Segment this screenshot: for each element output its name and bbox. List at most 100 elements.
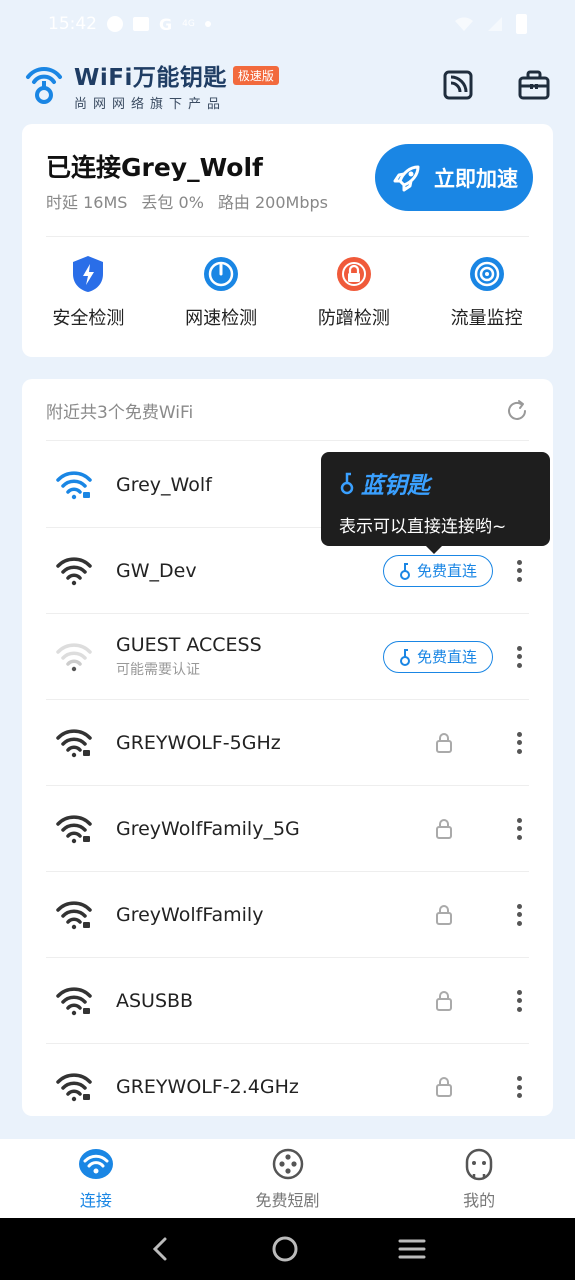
connection-title: 已连接Grey_Wolf [46, 153, 263, 182]
boost-label: 立即加速 [434, 167, 518, 191]
list-header: 附近共3个免费WiFi [46, 399, 529, 441]
wifi-row[interactable]: GUEST ACCESS 可能需要认证 免费直连 [46, 614, 529, 700]
wifi-ssid: GREYWOLF-2.4GHz [116, 1076, 299, 1098]
wifi-row[interactable]: ASUSBB [46, 958, 529, 1044]
nav-label: 免费短剧 [255, 1191, 320, 1210]
connection-stats: 时延 16MS 丢包 0% 路由 200Mbps [46, 189, 328, 213]
film-reel-icon [272, 1148, 303, 1180]
more-options-button[interactable] [509, 901, 529, 929]
wifi-ssid: GreyWolfFamily [116, 903, 264, 926]
wifi-locked-icon [56, 728, 92, 757]
wifi-row[interactable]: GREYWOLF-2.4GHz [46, 1044, 529, 1116]
wifi-ssid: GREYWOLF-5GHz [116, 731, 281, 754]
tool-security-check[interactable]: 安全检测 [22, 254, 155, 330]
signal-icon [488, 17, 502, 31]
toolbox-icon [518, 70, 550, 100]
wifi-signal-strong-icon [56, 470, 92, 499]
app-name: WiFi万能钥匙 [74, 65, 227, 91]
wifi-locked-icon [56, 1073, 92, 1102]
wifi-status-icon [455, 17, 473, 31]
nav-label: 连接 [79, 1191, 112, 1210]
more-options-button[interactable] [509, 557, 529, 585]
lock-icon [436, 904, 452, 925]
lock-icon [436, 990, 452, 1011]
lock-icon [436, 818, 452, 839]
free-connect-label: 免费直连 [416, 649, 477, 666]
divider [46, 236, 529, 237]
more-options-button[interactable] [509, 815, 529, 843]
edition-badge: 极速版 [232, 65, 279, 85]
wifi-auth-note: 可能需要认证 [116, 662, 200, 678]
wifi-signal-strong-icon [56, 556, 92, 585]
message-icon [133, 17, 149, 31]
nav-free-drama[interactable]: 免费短剧 [192, 1139, 384, 1218]
system-navigation-bar [0, 1218, 575, 1280]
wifi-locked-icon [56, 900, 92, 929]
free-connect-button[interactable]: 免费直连 [383, 640, 493, 673]
app-subtitle: 尚网网络旗下产品 [74, 97, 227, 112]
boost-button[interactable]: 立即加速 [375, 144, 533, 211]
lock-icon [436, 732, 452, 753]
dot-icon [204, 21, 211, 27]
wifi-locked-icon [56, 986, 92, 1015]
more-options-button[interactable] [509, 643, 529, 671]
rocket-icon [393, 165, 420, 191]
tool-traffic-monitor[interactable]: 流量监控 [420, 254, 553, 330]
wifi-ssid: Grey_Wolf [116, 473, 212, 496]
more-options-button[interactable] [509, 987, 529, 1015]
back-icon[interactable] [149, 1235, 173, 1263]
free-connect-button[interactable]: 免费直连 [383, 554, 493, 587]
refresh-icon[interactable] [505, 399, 529, 423]
status-time: 15:42 [48, 14, 97, 34]
tool-label: 防蹭检测 [317, 308, 390, 329]
tool-speed-test[interactable]: 网速检测 [155, 254, 288, 330]
wifi-signal-weak-icon [56, 642, 92, 671]
more-options-button[interactable] [509, 1073, 529, 1101]
home-icon[interactable] [270, 1234, 300, 1264]
tool-anti-leech[interactable]: 防蹭检测 [288, 254, 421, 330]
tool-row: 安全检测 网速检测 防蹭检测 流量监控 [22, 254, 553, 330]
speedometer-icon [204, 257, 239, 291]
more-options-button[interactable] [509, 729, 529, 757]
google-icon: G [159, 14, 173, 34]
free-connect-label: 免费直连 [416, 563, 477, 580]
lock-shield-icon [336, 257, 371, 291]
scan-button[interactable] [440, 67, 476, 103]
nav-connect[interactable]: 连接 [0, 1139, 192, 1218]
wifi-key-logo-icon [26, 67, 62, 104]
key-icon [399, 562, 410, 580]
wifi-ssid: GW_Dev [116, 559, 197, 582]
app-header: WiFi万能钥匙 极速版 尚网网络旗下产品 [22, 62, 552, 112]
scan-icon [443, 70, 473, 100]
recents-icon[interactable] [397, 1237, 427, 1261]
wifi-row[interactable]: GreyWolfFamily [46, 872, 529, 958]
wifi-row[interactable]: GREYWOLF-5GHz [46, 700, 529, 786]
wifi-ssid: ASUSBB [116, 989, 194, 1012]
router-stat: 路由 200Mbps [217, 193, 328, 212]
tooltip-body: 表示可以直接连接哟~ [339, 517, 507, 537]
key-icon [340, 472, 354, 495]
tooltip-title: 蓝钥匙 [361, 473, 430, 499]
nav-profile[interactable]: 我的 [383, 1139, 575, 1218]
wifi-icon [78, 1149, 113, 1179]
bottom-nav: 连接 免费短剧 我的 [0, 1139, 575, 1218]
battery-icon [516, 14, 527, 34]
tool-label: 流量监控 [450, 308, 523, 329]
signal-monitor-icon [469, 257, 504, 291]
blue-key-tooltip: 蓝钥匙 表示可以直接连接哟~ [321, 452, 550, 554]
tool-label: 网速检测 [185, 308, 258, 329]
list-title: 附近共3个免费WiFi [46, 403, 194, 423]
wifi-locked-icon [56, 814, 92, 843]
check-circle-icon [107, 16, 123, 32]
latency-stat: 时延 16MS [46, 193, 128, 212]
wifi-row[interactable]: GreyWolfFamily_5G [46, 786, 529, 872]
network-badge: 4G [182, 19, 195, 29]
status-bar: 15:42 G 4G [0, 0, 575, 48]
connection-card: 已连接Grey_Wolf 时延 16MS 丢包 0% 路由 200Mbps 立即… [22, 124, 553, 357]
key-icon [399, 648, 410, 666]
profile-face-icon [465, 1148, 493, 1181]
toolbox-button[interactable] [516, 67, 552, 103]
packet-loss-stat: 丢包 0% [141, 193, 204, 212]
lock-icon [436, 1077, 452, 1097]
shield-icon [73, 256, 104, 292]
